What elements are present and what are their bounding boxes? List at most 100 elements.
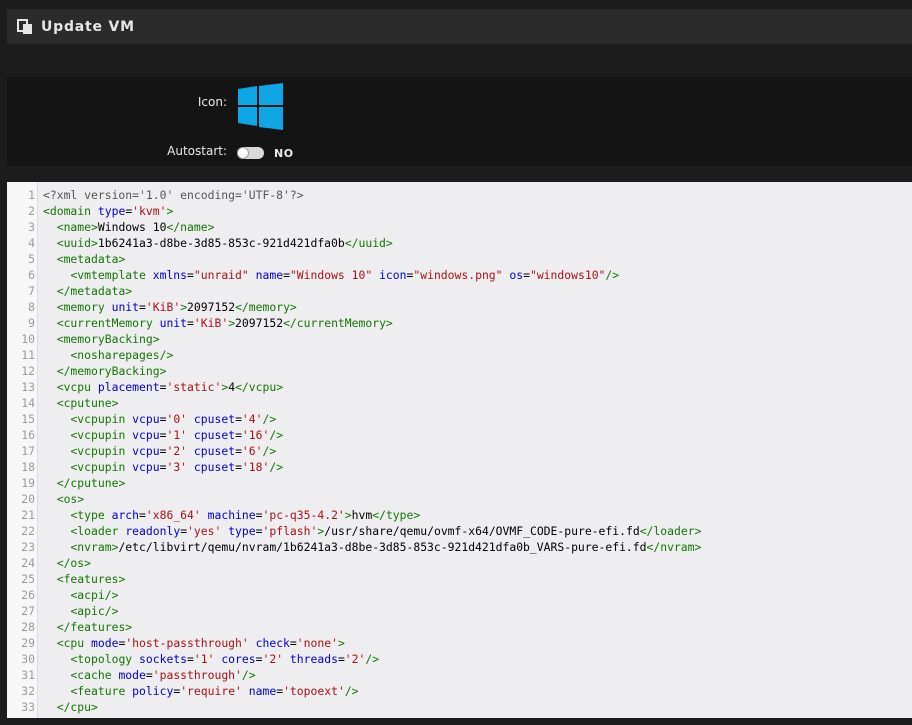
xml-token-tag: > xyxy=(344,508,352,522)
xml-token-str: '2' xyxy=(262,652,284,666)
line-text: <acpi/> xyxy=(43,587,118,603)
code-line[interactable]: 21 <type arch='x86_64' machine='pc-q35-4… xyxy=(7,507,912,523)
line-number: 7 xyxy=(28,284,35,298)
code-line[interactable]: 13 <vcpu placement='static'>4</vcpu> xyxy=(7,379,912,395)
xml-token-str: "windows10" xyxy=(529,268,606,282)
xml-token-str: '18' xyxy=(241,460,270,474)
xml-token-tag: <memory xyxy=(56,300,112,314)
xml-token-plain xyxy=(43,572,57,586)
code-line[interactable]: 27 <apic/> xyxy=(7,603,912,619)
code-line[interactable]: 19 </cputune> xyxy=(7,475,912,491)
code-line[interactable]: 14 <cputune> xyxy=(7,395,912,411)
line-number: 15 xyxy=(21,412,35,426)
xml-token-str: 'kvm' xyxy=(132,204,167,218)
line-text: </os> xyxy=(43,555,91,571)
xml-token-attr: vcpu xyxy=(132,444,160,458)
code-line[interactable]: 6 <vmtemplate xmlns="unraid" name="Windo… xyxy=(7,267,912,283)
xml-token-plain xyxy=(249,268,256,282)
code-line[interactable]: 32 <feature policy='require' name='topoe… xyxy=(7,683,912,699)
xml-token-str: 'static' xyxy=(166,380,222,394)
line-text: <name>Windows 10</name> xyxy=(43,219,215,235)
xml-token-attr: unit xyxy=(111,300,140,314)
line-number: 25 xyxy=(21,572,35,586)
code-line[interactable]: 9 <currentMemory unit='KiB'>2097152</cur… xyxy=(7,315,912,331)
line-number: 26 xyxy=(21,588,35,602)
line-number: 8 xyxy=(28,300,35,314)
xml-token-str: '3' xyxy=(166,460,188,474)
line-text: <nosharepages/> xyxy=(43,347,173,363)
xml-token-plain: Windows 10 xyxy=(97,220,167,234)
icon-label: Icon: xyxy=(197,95,227,109)
xml-token-str: 'pflash' xyxy=(262,524,318,538)
xml-token-plain xyxy=(43,588,70,602)
xml-token-tag: /> xyxy=(344,684,359,698)
code-line[interactable]: 1 <?xml version='1.0' encoding='UTF-8'?> xyxy=(7,187,912,203)
autostart-toggle[interactable] xyxy=(237,147,264,159)
line-text: <topology sockets='1' cores='2' threads=… xyxy=(43,651,379,667)
xml-token-tag: </cputune> xyxy=(56,476,126,490)
code-line[interactable]: 2 <domain type='kvm'> xyxy=(7,203,912,219)
line-text: <memoryBacking> xyxy=(43,331,160,347)
xml-token-plain xyxy=(43,220,57,234)
xml-token-tag: /> xyxy=(269,460,284,474)
line-number: 13 xyxy=(21,380,35,394)
code-line[interactable]: 30 <topology sockets='1' cores='2' threa… xyxy=(7,651,912,667)
clipboard-copy-icon xyxy=(17,18,32,34)
xml-token-plain: 1b6241a3-d8be-3d85-853c-921d421dfa0b xyxy=(97,236,345,250)
xml-code[interactable]: 1 <?xml version='1.0' encoding='UTF-8'?> 2… xyxy=(7,187,912,715)
xml-token-tag: <cpu xyxy=(56,636,92,650)
code-line[interactable]: 4 <uuid>1b6241a3-d8be-3d85-853c-921d421d… xyxy=(7,235,912,251)
line-number: 22 xyxy=(21,524,35,538)
code-line[interactable]: 11 <nosharepages/> xyxy=(7,347,912,363)
code-line[interactable]: 33 </cpu> xyxy=(7,699,912,715)
xml-token-plain xyxy=(43,508,70,522)
xml-token-attr: name xyxy=(255,268,284,282)
xml-token-plain xyxy=(43,604,70,618)
xml-token-tag: </os> xyxy=(56,556,92,570)
xml-token-plain: = xyxy=(337,652,345,666)
xml-token-tag: <vcpu xyxy=(56,380,98,394)
line-number: 31 xyxy=(21,668,35,682)
code-line[interactable]: 5 <metadata> xyxy=(7,251,912,267)
code-line[interactable]: 22 <loader readonly='yes' type='pflash'>… xyxy=(7,523,912,539)
code-line[interactable]: 23 <nvram>/etc/libvirt/qemu/nvram/1b6241… xyxy=(7,539,912,555)
xml-token-tag: </metadata> xyxy=(56,284,133,298)
line-text: </metadata> xyxy=(43,283,132,299)
code-line[interactable]: 25 <features> xyxy=(7,571,912,587)
xml-token-attr: type xyxy=(97,204,126,218)
windows-logo-icon[interactable] xyxy=(238,83,283,130)
code-line[interactable]: 31 <cache mode='passthrough'/> xyxy=(7,667,912,683)
code-line[interactable]: 10 <memoryBacking> xyxy=(7,331,912,347)
xml-token-plain xyxy=(187,444,194,458)
code-line[interactable]: 7 </metadata> xyxy=(7,283,912,299)
code-line[interactable]: 20 <os> xyxy=(7,491,912,507)
xml-token-plain xyxy=(43,252,57,266)
xml-token-attr: cpuset xyxy=(193,428,236,442)
bottom-bar xyxy=(7,718,912,725)
line-text: <currentMemory unit='KiB'>2097152</curre… xyxy=(43,315,393,331)
xml-token-attr: unit xyxy=(159,316,188,330)
code-line[interactable]: 28 </features> xyxy=(7,619,912,635)
xml-token-plain xyxy=(43,396,57,410)
code-line[interactable]: 15 <vcpupin vcpu='0' cpuset='4'/> xyxy=(7,411,912,427)
xml-token-tag: </name> xyxy=(166,220,215,234)
code-line[interactable]: 18 <vcpupin vcpu='3' cpuset='18'/> xyxy=(7,459,912,475)
line-number: 16 xyxy=(21,428,35,442)
xml-token-tag: <feature xyxy=(70,684,133,698)
xml-token-plain xyxy=(242,684,249,698)
code-line[interactable]: 24 </os> xyxy=(7,555,912,571)
code-line[interactable]: 17 <vcpupin vcpu='2' cpuset='6'/> xyxy=(7,443,912,459)
xml-editor[interactable]: 1 <?xml version='1.0' encoding='UTF-8'?> 2… xyxy=(7,182,912,718)
xml-token-tag: <nvram> xyxy=(70,540,119,554)
code-line[interactable]: 16 <vcpupin vcpu='1' cpuset='16'/> xyxy=(7,427,912,443)
code-line[interactable]: 3 <name>Windows 10</name> xyxy=(7,219,912,235)
line-number: 33 xyxy=(21,700,35,714)
code-line[interactable]: 29 <cpu mode='host-passthrough' check='n… xyxy=(7,635,912,651)
code-line[interactable]: 12 </memoryBacking> xyxy=(7,363,912,379)
line-text: <apic/> xyxy=(43,603,118,619)
code-line[interactable]: 8 <memory unit='KiB'>2097152</memory> xyxy=(7,299,912,315)
xml-token-attr: sockets xyxy=(139,652,188,666)
xml-token-attr: placement xyxy=(97,380,160,394)
code-line[interactable]: 26 <acpi/> xyxy=(7,587,912,603)
title-bar: Update VM xyxy=(7,9,912,44)
